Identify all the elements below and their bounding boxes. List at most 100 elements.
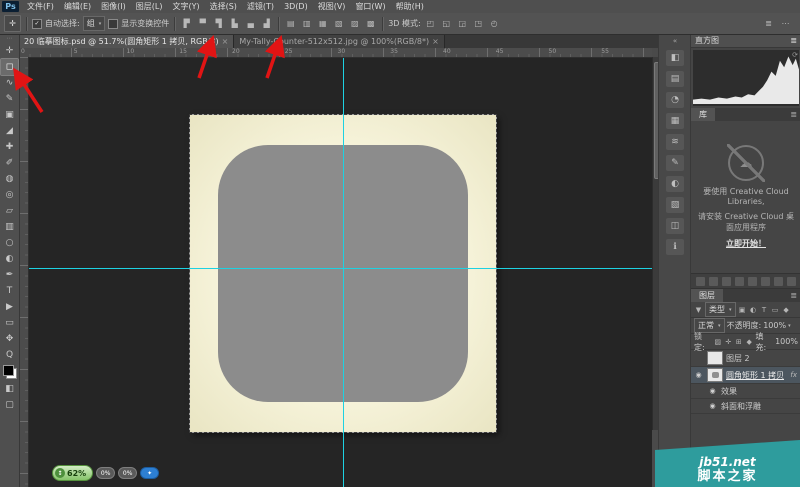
align-center-h-icon[interactable]: ▀ [196,17,209,30]
align-right-icon[interactable]: ▜ [212,17,225,30]
layer-fx-badge[interactable]: fx [790,371,799,379]
visibility-toggle[interactable]: ◉ [707,402,718,410]
quick-selection-tool[interactable]: ✎ [1,91,18,107]
auto-select-checkbox[interactable]: ✓ [32,19,42,29]
clone-stamp-tool[interactable]: ◍ [1,171,18,187]
auto-select-dropdown[interactable]: 组 ▾ [83,16,106,31]
dock-panel-icon-3[interactable]: ◔ [666,92,684,108]
quick-icon-4[interactable] [735,277,744,286]
lock-all-icon[interactable]: ◆ [745,338,753,346]
lock-transparent-icon[interactable]: ▨ [714,338,722,346]
close-icon[interactable]: × [222,37,229,46]
progress-pill[interactable]: ↕ 62% [52,465,93,481]
fill-value[interactable]: 100% [775,337,798,346]
dock-panel-icon-1[interactable]: ◧ [666,50,684,66]
menu-filter[interactable]: 滤镜(T) [242,1,279,12]
menu-image[interactable]: 图像(I) [96,1,131,12]
layer-row-layer2[interactable]: 图层 2 [691,350,800,367]
align-middle-icon[interactable]: ▄ [244,17,257,30]
align-top-icon[interactable]: ▙ [228,17,241,30]
document-tab-active[interactable]: 20 临摹图标.psd @ 51.7%(圆角矩形 1 拷贝, RGB/8) × [19,34,234,48]
dock-panel-icon-6[interactable]: ✎ [666,155,684,171]
3d-mode-icon-4[interactable]: ◳ [472,17,485,30]
menu-edit[interactable]: 编辑(E) [59,1,96,12]
filter-type-icon[interactable]: T [760,306,769,314]
quick-mask-button[interactable]: ◧ [1,381,18,397]
bevel-emboss-row[interactable]: ◉ 斜面和浮雕 [691,399,800,414]
panel-options-icon[interactable]: ⋯ [779,17,792,30]
lock-pixels-icon[interactable]: ✛ [724,338,732,346]
layer-filter-dropdown[interactable]: 类型 ▾ [705,302,736,317]
history-brush-tool[interactable]: ◎ [1,187,18,203]
quick-icon-1[interactable] [696,277,705,286]
visibility-toggle[interactable]: ◉ [693,371,704,379]
filter-smart-object-icon[interactable]: ◆ [782,306,791,314]
opacity-value[interactable]: 100% [763,321,786,330]
dock-panel-icon-9[interactable]: ◫ [666,218,684,234]
dock-panel-icon-5[interactable]: ≋ [666,134,684,150]
tab-layers[interactable]: 图层 [691,289,723,302]
menu-view[interactable]: 视图(V) [313,1,351,12]
distribute-left-icon[interactable]: ▧ [332,17,345,30]
layer-row-selected[interactable]: ◉ 圆角矩形 1 拷贝 fx [691,367,800,384]
horizontal-guide[interactable] [28,268,652,269]
foreground-color-swatch[interactable] [3,365,14,376]
layer-thumbnail[interactable] [707,351,723,365]
hand-tool[interactable]: ✥ [1,331,18,347]
visibility-toggle[interactable]: ◉ [707,387,718,395]
3d-mode-icon-5[interactable]: ◴ [488,17,501,30]
zoom-tool[interactable]: Q [1,347,18,363]
close-icon[interactable]: × [432,37,439,46]
gradient-tool[interactable]: ▥ [1,219,18,235]
panel-menu-icon[interactable]: ≣ [790,36,797,45]
dock-panel-icon-8[interactable]: ▧ [666,197,684,213]
menu-type[interactable]: 文字(Y) [167,1,204,12]
marquee-tool[interactable]: ◻ [1,59,18,75]
pen-tool[interactable]: ✒ [1,267,18,283]
menu-3d[interactable]: 3D(D) [279,2,313,11]
lock-position-icon[interactable]: ⊞ [735,338,743,346]
healing-brush-tool[interactable]: ✚ [1,139,18,155]
horizontal-ruler[interactable]: 05 1015 2025 3035 4045 5055 [19,48,652,58]
screen-mode-button[interactable]: ▢ [1,397,18,413]
menu-help[interactable]: 帮助(H) [391,1,429,12]
effects-row[interactable]: ◉ 效果 [691,384,800,399]
quick-icon-8[interactable] [787,277,796,286]
lasso-tool[interactable]: ∿ [1,75,18,91]
menu-file[interactable]: 文件(F) [22,1,59,12]
menu-window[interactable]: 窗口(W) [350,1,390,12]
current-tool-icon[interactable]: ✛ [4,15,21,32]
refresh-histogram-icon[interactable]: ⟳ [792,51,798,59]
dock-panel-icon-4[interactable]: ▦ [666,113,684,129]
tab-libraries[interactable]: 库 [691,108,715,121]
3d-mode-icon-3[interactable]: ◲ [456,17,469,30]
vertical-guide[interactable] [343,57,344,487]
type-tool[interactable]: T [1,283,18,299]
eraser-tool[interactable]: ▱ [1,203,18,219]
color-swatches[interactable] [3,365,17,379]
brush-tool[interactable]: ✐ [1,155,18,171]
distribute-bottom-icon[interactable]: ▦ [316,17,329,30]
filter-adjustment-icon[interactable]: ◐ [749,306,758,314]
path-selection-tool[interactable]: ▶ [1,299,18,315]
menu-select[interactable]: 选择(S) [205,1,242,12]
menu-layer[interactable]: 图层(L) [131,1,168,12]
ps-logo-icon[interactable]: Ps [2,1,19,12]
align-bottom-icon[interactable]: ▟ [260,17,273,30]
crop-tool[interactable]: ▣ [1,107,18,123]
canvas-area[interactable] [28,57,652,487]
histogram-panel-header[interactable]: 直方图 ≣ [691,34,800,48]
quick-icon-3[interactable] [722,277,731,286]
blur-tool[interactable]: ○ [1,235,18,251]
quick-icon-2[interactable] [709,277,718,286]
panel-grip-icon[interactable]: ⋯ [7,35,13,43]
align-left-icon[interactable]: ▛ [180,17,193,30]
eyedropper-tool[interactable]: ◢ [1,123,18,139]
quick-icon-7[interactable] [774,277,783,286]
show-transform-checkbox[interactable] [108,19,118,29]
workspace-icon[interactable]: ≣ [762,17,775,30]
panel-menu-icon[interactable]: ≣ [790,110,800,119]
distribute-center-icon[interactable]: ▨ [348,17,361,30]
distribute-right-icon[interactable]: ▩ [364,17,377,30]
shape-tool[interactable]: ▭ [1,315,18,331]
